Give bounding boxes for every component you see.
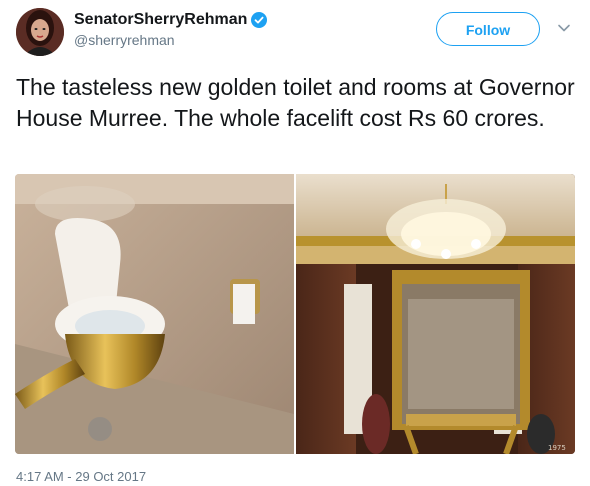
photo-golden-toilet[interactable] (15, 174, 294, 454)
golden-toilet-image (15, 174, 294, 454)
user-handle[interactable]: @sherryrehman (74, 32, 175, 48)
tweet-card: SenatorSherryRehman @sherryrehman Follow… (0, 0, 590, 486)
photo-corner-label: 1975 (548, 444, 566, 452)
media-grid: 1975 (15, 174, 575, 454)
follow-button[interactable]: Follow (436, 12, 540, 46)
photo-golden-room[interactable]: 1975 (296, 174, 575, 454)
avatar[interactable] (16, 8, 64, 56)
chevron-down-icon[interactable] (556, 20, 572, 36)
name-row: SenatorSherryRehman (74, 11, 268, 29)
tweet-timestamp[interactable]: 4:17 AM - 29 Oct 2017 (16, 469, 146, 484)
avatar-image (16, 8, 64, 56)
golden-room-image: 1975 (296, 174, 575, 454)
verified-badge-icon (251, 12, 268, 28)
tweet-text: The tasteless new golden toilet and room… (16, 74, 575, 131)
display-name[interactable]: SenatorSherryRehman (74, 11, 247, 29)
